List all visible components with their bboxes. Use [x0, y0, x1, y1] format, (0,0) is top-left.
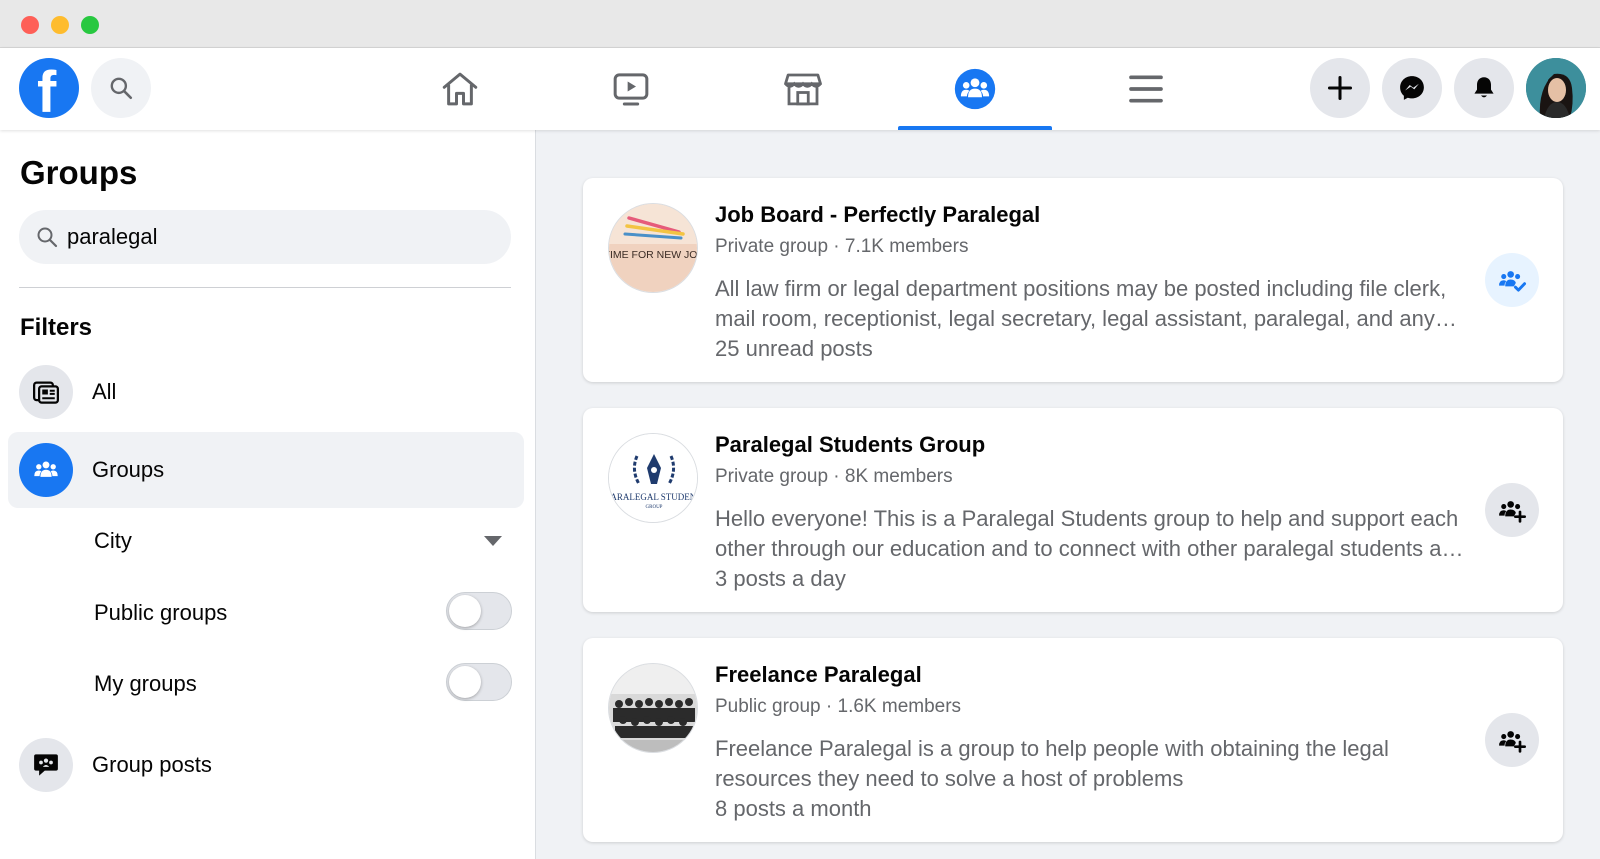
filter-all-icon-wrap [19, 365, 73, 419]
bell-icon [1474, 77, 1494, 98]
logo-glyph: f [37, 60, 57, 119]
group-search-input[interactable] [67, 210, 497, 264]
thumbnail-subcaption: GROUP [646, 505, 663, 510]
tab-groups[interactable] [898, 48, 1052, 130]
group-description: Freelance Paralegal is a group to help p… [715, 736, 1389, 791]
join-group-button[interactable] [1485, 483, 1539, 537]
filter-all-label: All [92, 379, 117, 404]
create-button[interactable] [1310, 58, 1370, 118]
group-search-box[interactable] [19, 210, 511, 264]
notifications-button[interactable] [1454, 58, 1514, 118]
search-icon [37, 227, 58, 248]
group-cover-image: PARALEGAL STUDENT GROUP [609, 434, 698, 522]
search-button[interactable] [91, 58, 151, 118]
filter-groups[interactable]: Groups [8, 432, 524, 508]
join-group-button[interactable] [1485, 713, 1539, 767]
joined-group-icon [1499, 271, 1526, 292]
group-name[interactable]: Paralegal Students Group [715, 432, 985, 458]
group-name[interactable]: Freelance Paralegal [715, 662, 922, 688]
sidebar-title: Groups [20, 154, 138, 191]
my-groups-filter: My groups [94, 653, 512, 713]
filter-group-posts-label: Group posts [92, 752, 212, 777]
home-icon [442, 72, 478, 106]
messenger-icon [1400, 76, 1424, 100]
tab-marketplace[interactable] [726, 48, 880, 130]
thumbnail-caption: PARALEGAL STUDENT [609, 492, 698, 502]
group-thumbnail[interactable]: PARALEGAL STUDENT GROUP [608, 433, 698, 523]
watch-icon [613, 73, 649, 106]
public-groups-toggle[interactable] [446, 592, 512, 630]
group-result-card[interactable]: PARALEGAL STUDENT GROUP Paralegal Student… [583, 408, 1563, 612]
group-description: Hello everyone! This is a Paralegal Stud… [715, 506, 1466, 561]
facebook-logo[interactable]: f [19, 58, 79, 118]
group-activity: 25 unread posts [715, 336, 873, 361]
joined-group-button[interactable] [1485, 253, 1539, 307]
groups-icon [34, 461, 58, 477]
group-meta: Private group · 7.1K members [715, 236, 969, 257]
group-activity: 3 posts a day [715, 566, 846, 591]
filter-all[interactable]: All [8, 354, 524, 430]
my-groups-label: My groups [94, 671, 197, 696]
groups-icon [954, 68, 996, 110]
filter-groups-label: Groups [92, 457, 165, 482]
group-cover-image [609, 664, 697, 752]
tab-menu[interactable] [1069, 48, 1223, 130]
newsfeed-icon [33, 381, 59, 404]
tab-home[interactable] [383, 48, 537, 130]
filter-group-posts[interactable]: Group posts [8, 727, 524, 803]
group-name[interactable]: Job Board - Perfectly Paralegal [715, 202, 1040, 228]
group-thumbnail[interactable] [608, 663, 698, 753]
group-cover-image: TIME FOR NEW JOB [609, 204, 698, 292]
groups-sidebar: Groups Filters All Groups City Public gr… [0, 130, 536, 859]
search-icon [110, 77, 133, 100]
my-groups-toggle[interactable] [446, 663, 512, 701]
filter-posts-icon-wrap [19, 738, 73, 792]
minimize-window-button[interactable] [51, 16, 69, 34]
marketplace-icon [784, 73, 822, 106]
tab-watch[interactable] [554, 48, 708, 130]
public-groups-label: Public groups [94, 600, 228, 625]
window-titlebar [0, 0, 1600, 48]
profile-photo [1526, 58, 1586, 118]
group-result-card[interactable]: TIME FOR NEW JOB Job Board - Perfectly P… [583, 178, 1563, 382]
caret-down-icon [484, 536, 502, 546]
group-description: All law firm or legal department positio… [715, 276, 1447, 331]
city-filter-label: City [94, 528, 132, 553]
thumbnail-caption: TIME FOR NEW JOB [609, 249, 698, 261]
filter-groups-icon-wrap [19, 443, 73, 497]
group-meta: Public group · 1.6K members [715, 696, 962, 717]
profile-avatar[interactable] [1526, 58, 1586, 118]
top-navigation-bar: f [0, 48, 1600, 130]
zoom-window-button[interactable] [81, 16, 99, 34]
plus-icon [1327, 75, 1353, 101]
sidebar-divider [19, 287, 511, 288]
group-result-card[interactable]: Freelance Paralegal Public group · 1.6K … [583, 638, 1563, 842]
group-meta: Private group · 8K members [715, 466, 953, 487]
messenger-button[interactable] [1382, 58, 1442, 118]
close-window-button[interactable] [21, 16, 39, 34]
group-activity: 8 posts a month [715, 796, 872, 821]
menu-icon [1129, 75, 1163, 103]
toggle-knob [449, 666, 481, 698]
group-thumbnail[interactable]: TIME FOR NEW JOB [608, 203, 698, 293]
city-filter-dropdown[interactable]: City [94, 510, 512, 570]
public-groups-filter: Public groups [94, 582, 512, 642]
toggle-knob [449, 595, 481, 627]
join-group-icon [1499, 501, 1526, 523]
filters-heading: Filters [20, 314, 93, 341]
join-group-icon [1499, 731, 1526, 753]
group-posts-icon [34, 754, 58, 776]
